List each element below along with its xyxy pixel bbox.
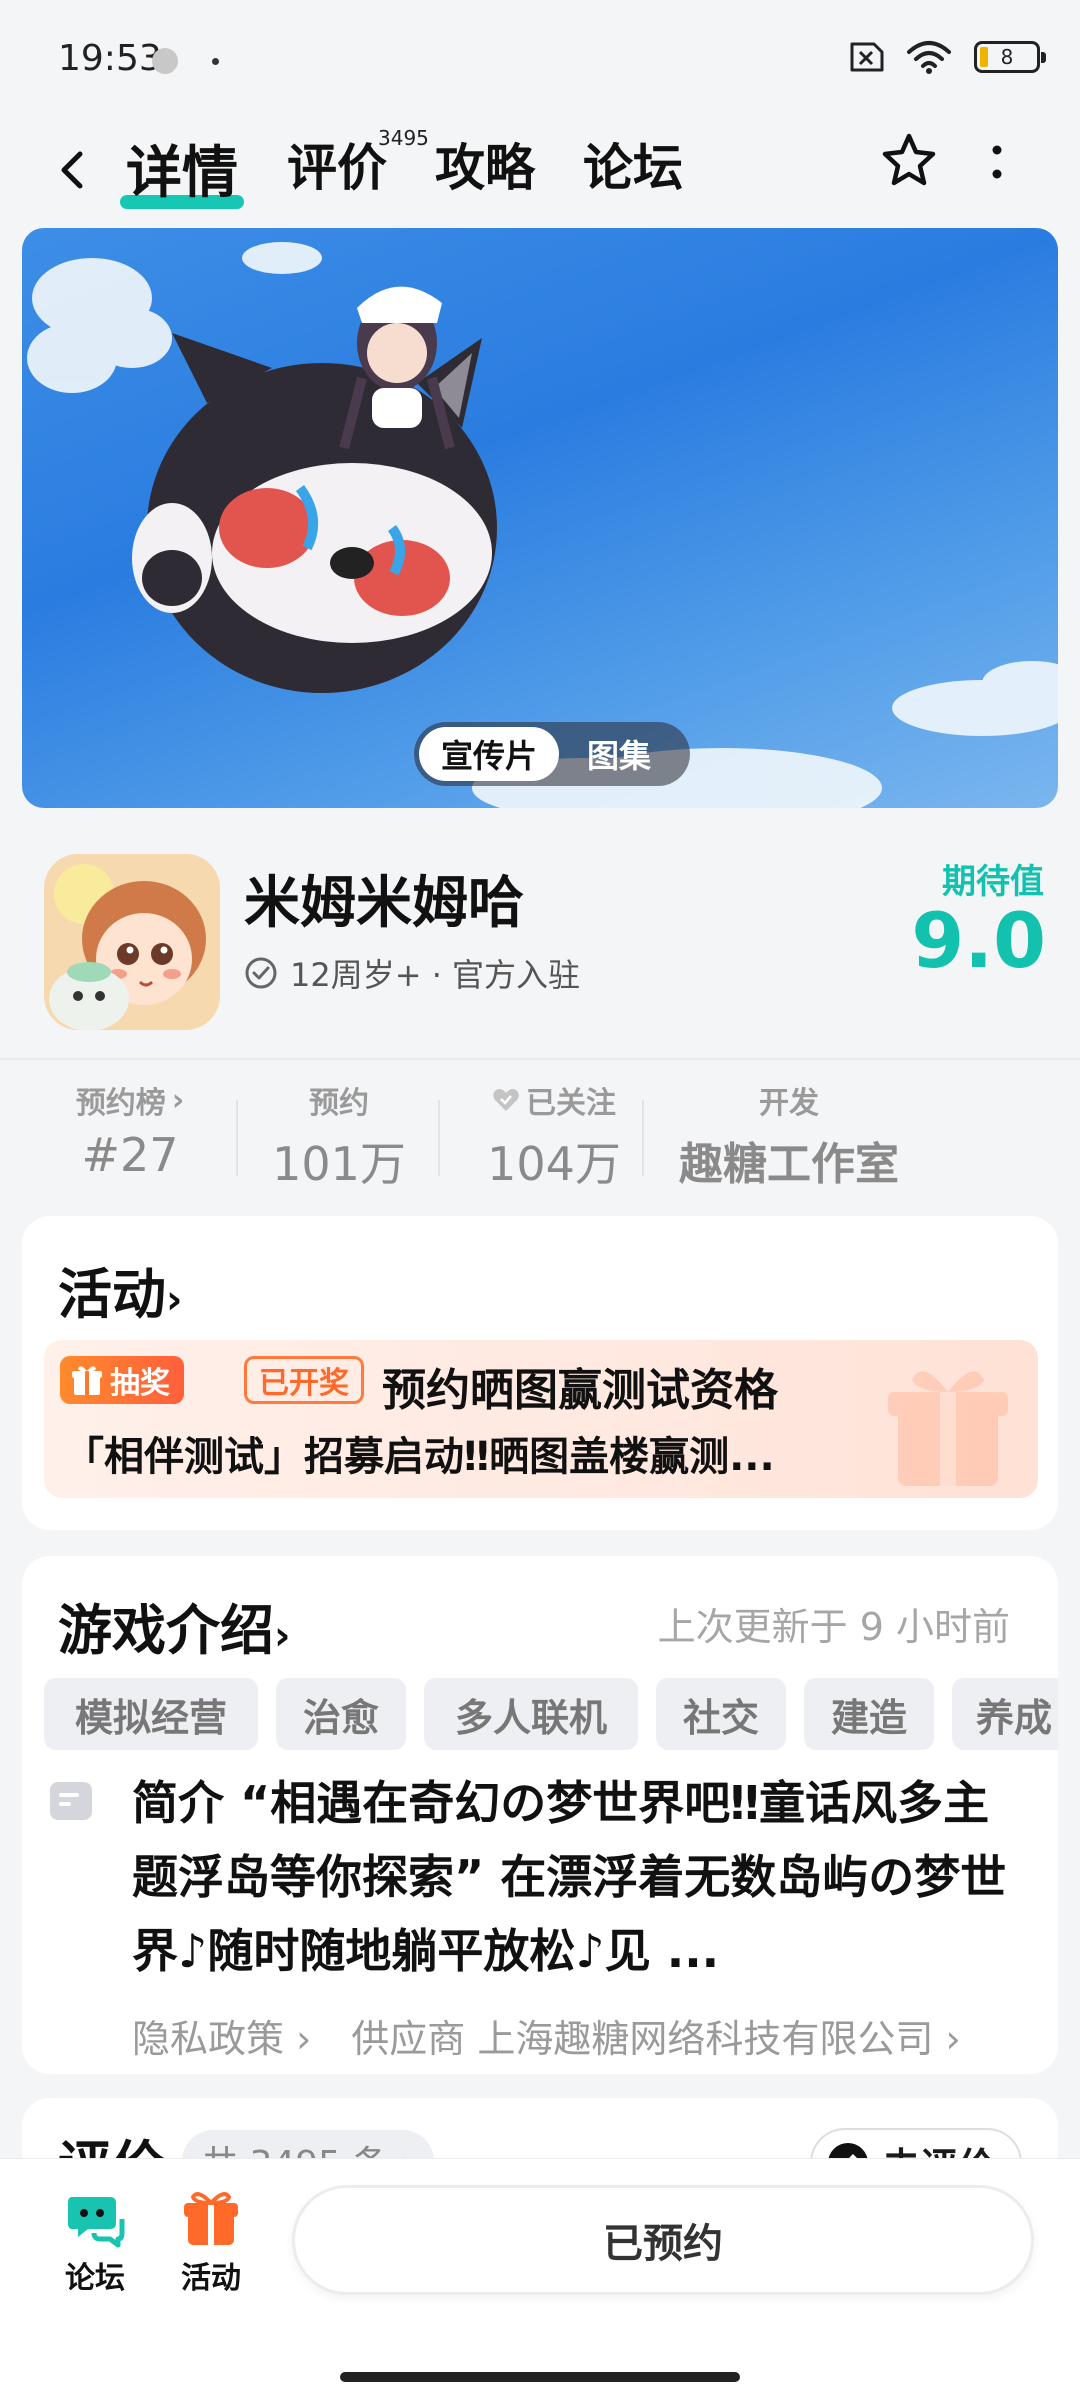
wifi-icon [907, 41, 951, 74]
gift-icon [184, 2192, 238, 2245]
stat-separator [236, 1100, 238, 1176]
age-and-official-label: 12周岁+ · 官方入驻 [290, 956, 581, 994]
notification-dot [212, 58, 219, 65]
game-header: 米姆米姆哈 12周岁+ · 官方入驻 期待值 9.0 [0, 830, 1080, 1060]
stat-followers[interactable]: 已关注 104万 [464, 1078, 644, 1194]
heart-check-icon [493, 1089, 519, 1111]
status-time: 19:53 [58, 38, 162, 79]
verified-check-icon [245, 957, 277, 989]
more-options-icon[interactable] [985, 138, 1009, 188]
game-meta: 12周岁+ · 官方入驻 [244, 950, 580, 996]
media-option-video[interactable]: 宣传片 [419, 727, 559, 781]
gift-watermark-icon [888, 1371, 1008, 1486]
no-sim-icon [850, 42, 884, 72]
battery-level: 8 [1000, 45, 1014, 69]
activity-headline: 预约晒图赢测试资格 [382, 1365, 778, 1416]
stat-reservations-label: 预约 [309, 1086, 369, 1121]
forum-button[interactable]: 论坛 [50, 2187, 140, 2297]
review-count-superscript: 3495 [378, 126, 429, 150]
stat-reservations-value: 101万 [272, 1137, 406, 1191]
tab-detail[interactable]: 详情 [120, 128, 244, 209]
stat-ranking-value: #27 [81, 1128, 179, 1182]
notification-icon [152, 48, 178, 74]
favorite-star-icon[interactable] [878, 130, 940, 192]
stat-developer-value: 趣糖工作室 [679, 1139, 899, 1190]
tag[interactable]: 建造 [804, 1678, 934, 1750]
game-title: 米姆米姆哈 [244, 871, 524, 936]
intro-description[interactable]: 简介 “相遇在奇幻の梦世界吧‼童话风多主题浮岛等你探索” 在漂浮着无数岛屿の梦世… [132, 1766, 1022, 1988]
tag[interactable]: 养成 [952, 1678, 1058, 1750]
document-icon [50, 1782, 92, 1820]
divider [0, 1058, 1080, 1060]
activity-title[interactable]: 活动› [58, 1250, 182, 1329]
chevron-right-icon: › [166, 1277, 183, 1323]
stat-ranking-label: 预约榜 › [75, 1082, 185, 1122]
back-arrow-icon[interactable] [52, 140, 92, 200]
tag[interactable]: 社交 [656, 1678, 786, 1750]
status-bar: 19:53 8 [0, 0, 1080, 120]
tag[interactable]: 治愈 [276, 1678, 406, 1750]
stat-reservations: 预约 101万 [264, 1078, 414, 1194]
gift-icon [72, 1366, 102, 1395]
activity-card: 活动› 抽奖 已开奖 预约晒图赢测试资格 「相伴测试」招募启动‼晒图盖楼赢测..… [22, 1216, 1058, 1530]
privacy-policy-link[interactable]: 隐私政策 › [132, 2008, 311, 2063]
promo-banner[interactable]: 宣传片 图集 [22, 228, 1058, 808]
media-option-gallery[interactable]: 图集 [559, 727, 679, 781]
bottom-action-bar: 论坛 活动 已预约 [0, 2158, 1080, 2400]
tab-review[interactable]: 评价 [287, 128, 387, 200]
lottery-badge: 抽奖 [60, 1356, 184, 1404]
intro-title[interactable]: 游戏介绍› [58, 1586, 290, 1665]
battery-icon: 8 [974, 41, 1046, 73]
chevron-right-icon: › [274, 1613, 291, 1659]
intro-footer: 隐私政策 › 供应商 上海趣糖网络科技有限公司 › [132, 2008, 961, 2063]
tab-guide[interactable]: 攻略 [435, 128, 535, 200]
game-intro-card: 游戏介绍› 上次更新于 9 小时前 模拟经营 治愈 多人联机 社交 建造 养成 … [22, 1556, 1058, 2074]
stat-ranking[interactable]: 预约榜 › #27 [60, 1078, 200, 1183]
stat-developer[interactable]: 开发 趣糖工作室 [664, 1078, 914, 1192]
last-updated-label: 上次更新于 9 小时前 [657, 1605, 1010, 1649]
stat-separator [642, 1100, 644, 1176]
stat-separator [438, 1100, 440, 1176]
stat-followers-label: 已关注 [464, 1078, 644, 1122]
activity-item[interactable]: 抽奖 已开奖 预约晒图赢测试资格 「相伴测试」招募启动‼晒图盖楼赢测... [44, 1340, 1038, 1498]
activity-label: 活动 [181, 2261, 241, 2296]
expectation-score: 9.0 [911, 896, 1046, 985]
tag[interactable]: 多人联机 [424, 1678, 638, 1750]
media-switch: 宣传片 图集 [414, 722, 690, 786]
stats-row: 预约榜 › #27 预约 101万 已关注 104万 开发 趣糖工作室 [0, 1078, 1080, 1192]
reserved-button[interactable]: 已预约 [292, 2185, 1034, 2295]
supplier-link[interactable]: 供应商 上海趣糖网络科技有限公司 › [351, 2008, 960, 2063]
tab-forum[interactable]: 论坛 [583, 128, 683, 200]
game-app-icon[interactable] [44, 854, 220, 1030]
game-icon-art [44, 854, 220, 1030]
tag[interactable]: 模拟经营 [44, 1678, 258, 1750]
activity-button[interactable]: 活动 [166, 2187, 256, 2297]
forum-chat-icon [68, 2197, 125, 2248]
forum-label: 论坛 [65, 2261, 125, 2296]
stat-followers-value: 104万 [487, 1137, 621, 1191]
top-nav: 详情 评价 3495 攻略 论坛 [0, 120, 1080, 220]
stat-developer-label: 开发 [759, 1086, 819, 1121]
home-indicator [340, 2372, 740, 2382]
tags-row: 模拟经营 治愈 多人联机 社交 建造 养成 [44, 1678, 1058, 1750]
drawn-badge: 已开奖 [244, 1356, 364, 1404]
status-icons: 8 [844, 40, 1046, 74]
chevron-right-icon: › [171, 1082, 185, 1118]
activity-subtitle: 「相伴测试」招募启动‼晒图盖楼赢测... [64, 1434, 775, 1480]
banner-illustration [27, 242, 1058, 808]
